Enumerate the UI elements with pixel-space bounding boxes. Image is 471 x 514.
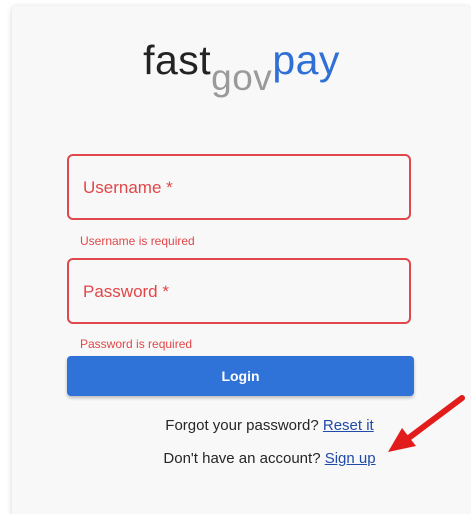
signup-link[interactable]: Sign up <box>325 450 376 467</box>
logo-pay: pay <box>272 37 340 83</box>
forgot-password-text: Forgot your password? <box>165 417 319 434</box>
login-button[interactable]: Login <box>67 356 414 396</box>
page: fastgovpay Username * Username is requir… <box>0 0 471 514</box>
red-arrow-icon <box>388 395 465 452</box>
signup-text: Don't have an account? <box>163 450 321 467</box>
reset-password-link[interactable]: Reset it <box>323 417 374 434</box>
logo-fast: fast <box>143 37 212 83</box>
password-label: Password * <box>83 282 169 301</box>
password-field[interactable]: Password * <box>67 258 411 324</box>
username-field[interactable]: Username * <box>67 154 411 220</box>
logo: fastgovpay <box>12 40 471 100</box>
password-error: Password is required <box>80 337 193 351</box>
username-error: Username is required <box>80 234 195 248</box>
username-label: Username * <box>83 178 173 197</box>
logo-gov: gov <box>211 57 273 98</box>
